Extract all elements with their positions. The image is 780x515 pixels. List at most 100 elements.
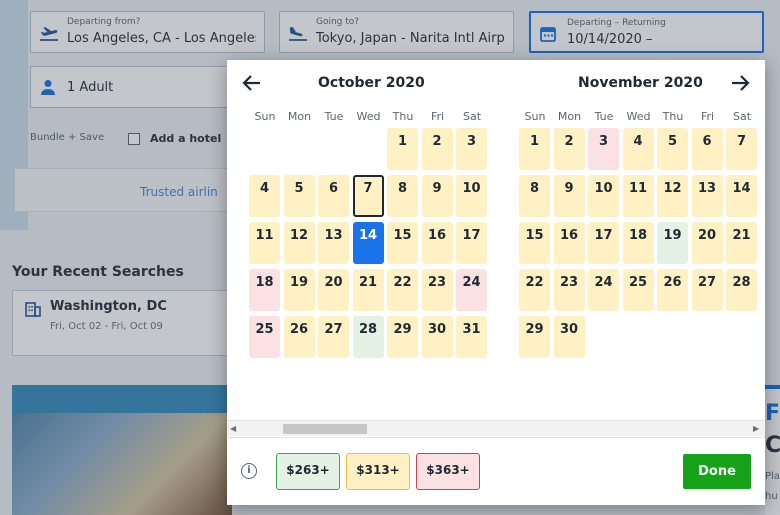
weekday-header: Fri bbox=[700, 110, 715, 123]
calendar-day[interactable]: 12 bbox=[657, 175, 688, 217]
calendar-day[interactable]: 14 bbox=[726, 175, 757, 217]
calendar-day[interactable]: 11 bbox=[249, 222, 280, 264]
calendar-day-number: 27 bbox=[324, 322, 343, 337]
calendar-day[interactable]: 6 bbox=[318, 175, 349, 217]
scroll-right-arrow-icon[interactable]: ▶ bbox=[753, 424, 759, 433]
calendar-day[interactable]: 28 bbox=[726, 269, 757, 311]
calendar-day-number: 1 bbox=[529, 134, 540, 149]
month-title-october: October 2020 bbox=[318, 75, 425, 91]
calendar-day[interactable]: 21 bbox=[726, 222, 757, 264]
weekday-header: Sat bbox=[732, 110, 752, 123]
weekday-header: Sun bbox=[524, 110, 546, 123]
calendar-day[interactable]: 13 bbox=[691, 175, 723, 217]
calendar-day-number: 31 bbox=[462, 322, 481, 337]
calendar-day[interactable]: 8 bbox=[519, 175, 550, 217]
calendar-day-number: 25 bbox=[255, 322, 274, 337]
calendar-day[interactable]: 8 bbox=[387, 175, 418, 217]
calendar-day[interactable]: 27 bbox=[318, 316, 349, 358]
info-icon[interactable]: i bbox=[241, 463, 257, 479]
calendar-day[interactable]: 7 bbox=[352, 175, 384, 217]
calendar-day[interactable]: 26 bbox=[283, 316, 315, 358]
calendar-day[interactable]: 30 bbox=[553, 316, 585, 358]
calendar-day[interactable]: 5 bbox=[283, 175, 315, 217]
weekday-header: Thu bbox=[392, 110, 414, 123]
calendar-day-number: 4 bbox=[633, 134, 643, 149]
calendar-day[interactable]: 3 bbox=[588, 128, 619, 170]
calendar-day[interactable]: 15 bbox=[519, 222, 550, 264]
calendar-day-number: 29 bbox=[393, 322, 412, 337]
calendar-day[interactable]: 23 bbox=[553, 269, 585, 311]
price-legend-low: $263+ bbox=[276, 453, 340, 490]
calendar-day[interactable]: 26 bbox=[657, 269, 688, 311]
calendar-day-number: 21 bbox=[732, 228, 751, 243]
calendar-day[interactable]: 17 bbox=[456, 222, 487, 264]
calendar-day-number: 10 bbox=[462, 181, 481, 196]
calendar-day[interactable]: 25 bbox=[249, 316, 280, 358]
calendar-day[interactable]: 19 bbox=[283, 269, 315, 311]
weekday-header: Wed bbox=[356, 110, 381, 123]
calendar-day-number: 2 bbox=[564, 134, 574, 149]
calendar-day-number: 16 bbox=[559, 228, 579, 243]
calendar-day[interactable]: 12 bbox=[283, 222, 315, 264]
calendar-day[interactable]: 9 bbox=[553, 175, 585, 217]
calendar-day[interactable]: 15 bbox=[387, 222, 418, 264]
calendar-day[interactable]: 23 bbox=[421, 269, 453, 311]
calendar-day-number: 15 bbox=[393, 228, 412, 243]
horizontal-scrollbar[interactable]: ◀ ▶ bbox=[227, 420, 765, 436]
calendar-day-number: 12 bbox=[289, 228, 309, 243]
calendar-day[interactable]: 22 bbox=[519, 269, 550, 311]
calendar-day[interactable]: 1 bbox=[519, 128, 550, 170]
scroll-left-arrow-icon[interactable]: ◀ bbox=[230, 424, 236, 433]
calendar-day[interactable]: 18 bbox=[622, 222, 654, 264]
calendar-day-number: 5 bbox=[667, 134, 678, 149]
calendar-day[interactable]: 14 bbox=[352, 222, 384, 264]
calendar-day[interactable]: 28 bbox=[352, 316, 384, 358]
calendar-day[interactable]: 24 bbox=[588, 269, 619, 311]
calendar-day[interactable]: 29 bbox=[387, 316, 418, 358]
month-title-november: November 2020 bbox=[578, 75, 703, 91]
calendar-day[interactable]: 20 bbox=[691, 222, 723, 264]
calendar-day[interactable]: 9 bbox=[421, 175, 453, 217]
calendar-day[interactable]: 18 bbox=[249, 269, 280, 311]
calendar-day[interactable]: 16 bbox=[553, 222, 585, 264]
calendar-day[interactable]: 5 bbox=[657, 128, 688, 170]
calendar-day[interactable]: 16 bbox=[421, 222, 453, 264]
calendar-day-number: 14 bbox=[732, 181, 751, 196]
calendar-day-number: 27 bbox=[697, 275, 717, 290]
calendar-day[interactable]: 7 bbox=[726, 128, 757, 170]
calendar-day-number: 13 bbox=[697, 181, 717, 196]
calendar-day-number: 21 bbox=[358, 275, 378, 290]
calendar-day[interactable]: 22 bbox=[387, 269, 418, 311]
calendar-day[interactable]: 6 bbox=[691, 128, 723, 170]
calendar-day[interactable]: 1 bbox=[387, 128, 418, 170]
weekday-header: Thu bbox=[662, 110, 684, 123]
calendar-day[interactable]: 2 bbox=[421, 128, 453, 170]
calendar-day[interactable]: 17 bbox=[588, 222, 619, 264]
calendar-day-number: 23 bbox=[427, 275, 447, 290]
calendar-day[interactable]: 27 bbox=[691, 269, 723, 311]
calendar-day-number: 30 bbox=[559, 322, 579, 337]
previous-month-button[interactable] bbox=[241, 72, 263, 94]
calendar-day[interactable]: 20 bbox=[318, 269, 349, 311]
scrollbar-thumb[interactable] bbox=[283, 424, 367, 434]
calendar-day[interactable]: 30 bbox=[421, 316, 453, 358]
next-month-button[interactable] bbox=[729, 72, 751, 94]
calendar-day[interactable]: 25 bbox=[622, 269, 654, 311]
calendar-day[interactable]: 11 bbox=[622, 175, 654, 217]
calendar-day[interactable]: 21 bbox=[352, 269, 384, 311]
calendar-day-number: 7 bbox=[736, 134, 747, 149]
done-button[interactable]: Done bbox=[683, 454, 751, 489]
calendar-day[interactable]: 31 bbox=[456, 316, 487, 358]
calendar-day[interactable]: 10 bbox=[456, 175, 487, 217]
calendar-day-number: 1 bbox=[397, 134, 408, 149]
calendar-day[interactable]: 3 bbox=[456, 128, 487, 170]
weekday-header: Tue bbox=[324, 110, 344, 123]
calendar-day[interactable]: 10 bbox=[588, 175, 619, 217]
calendar-day[interactable]: 4 bbox=[622, 128, 654, 170]
calendar-day[interactable]: 2 bbox=[553, 128, 585, 170]
calendar-day[interactable]: 19 bbox=[657, 222, 688, 264]
calendar-day[interactable]: 13 bbox=[318, 222, 349, 264]
calendar-day[interactable]: 4 bbox=[249, 175, 280, 217]
calendar-day[interactable]: 29 bbox=[519, 316, 550, 358]
calendar-day[interactable]: 24 bbox=[456, 269, 487, 311]
